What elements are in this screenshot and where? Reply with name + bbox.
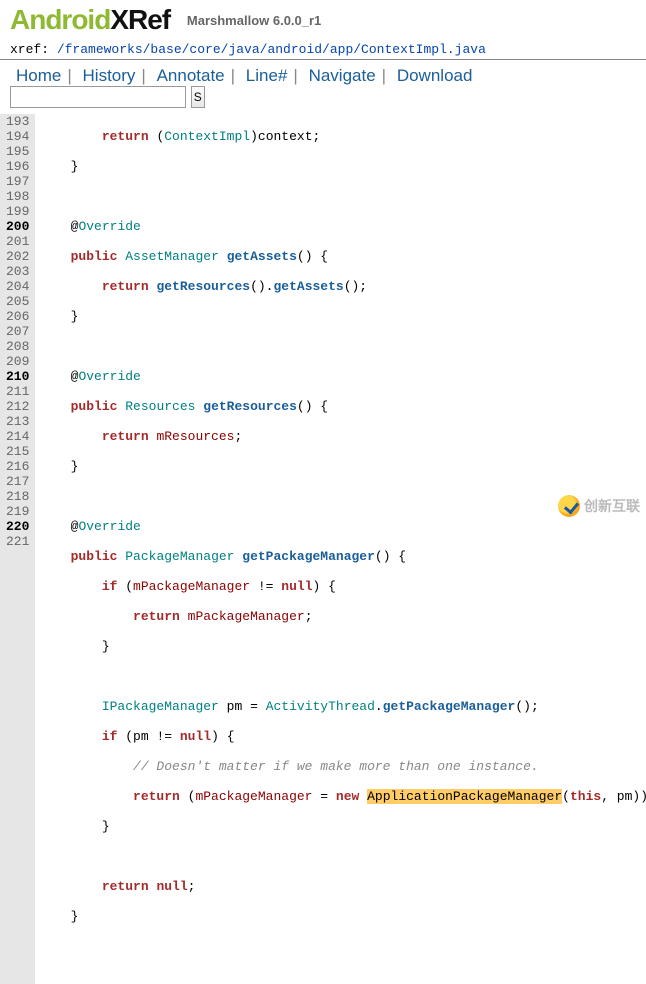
line-number[interactable]: 199: [6, 204, 29, 219]
line-number[interactable]: 212: [6, 399, 29, 414]
line-number-gutter[interactable]: 1931941951961971981992002012022032042052…: [0, 114, 35, 984]
logo-xref: XRef: [110, 4, 170, 35]
line-number[interactable]: 196: [6, 159, 29, 174]
line-number[interactable]: 204: [6, 279, 29, 294]
code-content[interactable]: return (ContextImpl)context; } @Override…: [35, 114, 646, 984]
line-number[interactable]: 193: [6, 114, 29, 129]
line-number[interactable]: 211: [6, 384, 29, 399]
line-number[interactable]: 218: [6, 489, 29, 504]
line-number[interactable]: 216: [6, 459, 29, 474]
line-number[interactable]: 202: [6, 249, 29, 264]
line-number[interactable]: 195: [6, 144, 29, 159]
xref-path[interactable]: /frameworks/base/core/java/android/app/C…: [57, 42, 486, 57]
nav-home[interactable]: Home: [10, 66, 67, 85]
watermark-icon: [558, 495, 580, 517]
line-number[interactable]: 206: [6, 309, 29, 324]
line-number[interactable]: 220: [6, 519, 29, 534]
line-number[interactable]: 203: [6, 264, 29, 279]
nav-bar: Home| History| Annotate| Line#| Navigate…: [0, 60, 646, 114]
line-number[interactable]: 194: [6, 129, 29, 144]
nav-navigate[interactable]: Navigate: [303, 66, 382, 85]
watermark-text: 创新互联: [584, 496, 640, 516]
line-number[interactable]: 200: [6, 219, 29, 234]
nav-history[interactable]: History: [77, 66, 142, 85]
line-number[interactable]: 210: [6, 369, 29, 384]
nav-line[interactable]: Line#: [240, 66, 294, 85]
line-number[interactable]: 209: [6, 354, 29, 369]
line-number[interactable]: 213: [6, 414, 29, 429]
line-number[interactable]: 201: [6, 234, 29, 249]
line-number[interactable]: 205: [6, 294, 29, 309]
line-number[interactable]: 214: [6, 429, 29, 444]
line-number[interactable]: 217: [6, 474, 29, 489]
line-number[interactable]: 207: [6, 324, 29, 339]
line-number[interactable]: 215: [6, 444, 29, 459]
branch-subtitle: Marshmallow 6.0.0_r1: [187, 13, 321, 28]
logo[interactable]: AndroidXRef: [10, 4, 177, 35]
nav-download[interactable]: Download: [391, 66, 479, 85]
line-number[interactable]: 221: [6, 534, 29, 549]
line-number[interactable]: 219: [6, 504, 29, 519]
highlighted-reference[interactable]: ApplicationPackageManager: [367, 789, 562, 804]
search-input[interactable]: [10, 86, 186, 108]
line-number[interactable]: 197: [6, 174, 29, 189]
xref-label: xref:: [10, 42, 57, 57]
line-number[interactable]: 198: [6, 189, 29, 204]
code-view: 1931941951961971981992002012022032042052…: [0, 114, 646, 984]
xref-path-line: xref: /frameworks/base/core/java/android…: [0, 36, 646, 60]
watermark: 创新互联: [558, 495, 640, 517]
nav-annotate[interactable]: Annotate: [151, 66, 231, 85]
search-button[interactable]: S: [191, 86, 205, 108]
line-number[interactable]: 208: [6, 339, 29, 354]
header: AndroidXRef Marshmallow 6.0.0_r1: [0, 0, 646, 36]
logo-android: Android: [10, 4, 110, 35]
